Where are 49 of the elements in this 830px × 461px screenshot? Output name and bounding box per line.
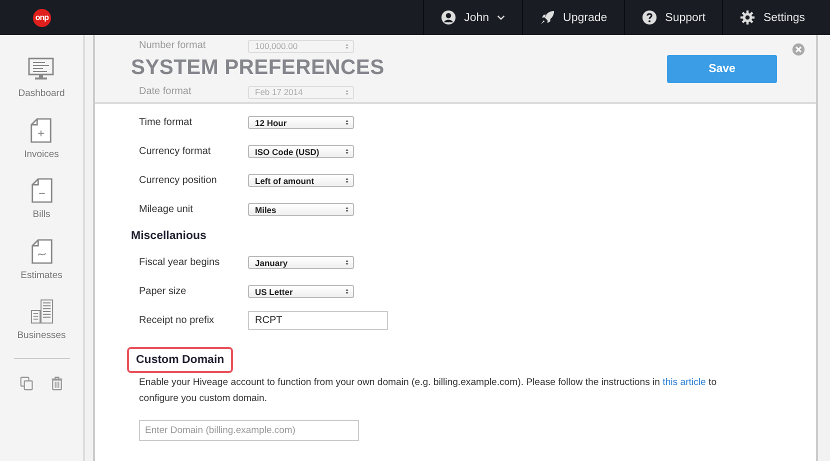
field-label: Currency format bbox=[139, 146, 212, 157]
sidebar-item[interactable]: Businesses bbox=[17, 299, 66, 360]
field-label: Receipt no prefix bbox=[139, 315, 216, 326]
document-minus-icon bbox=[28, 178, 54, 203]
field-label: Paper size bbox=[139, 286, 188, 297]
copy-icon[interactable] bbox=[20, 376, 34, 390]
updown-arrows-icon bbox=[345, 88, 349, 96]
dropdown[interactable]: ISO Code (USD) bbox=[248, 145, 354, 158]
document-plus-icon bbox=[28, 118, 54, 142]
sidebar-item[interactable]: Dashboard bbox=[18, 57, 65, 118]
buildings-icon bbox=[28, 299, 54, 324]
updown-arrows-icon bbox=[345, 206, 349, 213]
sidebar-item[interactable]: Estimates bbox=[20, 238, 62, 299]
monitor-icon bbox=[28, 57, 54, 82]
text-input[interactable]: RCPT bbox=[248, 311, 388, 330]
help-icon bbox=[642, 10, 658, 25]
updown-arrows-icon bbox=[345, 148, 349, 155]
updown-arrows-icon bbox=[345, 119, 349, 126]
settings-icon bbox=[740, 10, 756, 25]
sidebar-item[interactable]: Bills bbox=[28, 178, 54, 238]
dropdown[interactable]: 12 Hour bbox=[248, 116, 354, 129]
field-label: Currency position bbox=[139, 175, 218, 186]
updown-arrows-icon bbox=[345, 288, 349, 295]
section-heading: Custom Domain bbox=[127, 347, 234, 373]
trash-icon[interactable] bbox=[50, 376, 64, 390]
updown-arrows-icon bbox=[345, 259, 349, 266]
dropdown[interactable]: January bbox=[248, 256, 354, 269]
dropdown[interactable]: Left of amount bbox=[248, 174, 354, 187]
document-wave-icon bbox=[28, 238, 54, 264]
domain-input[interactable]: Enter Domain (billing.example.com) bbox=[139, 420, 359, 441]
close-icon[interactable] bbox=[792, 43, 805, 56]
field-label: Fiscal year begins bbox=[139, 257, 221, 268]
field-label: Number format bbox=[139, 40, 207, 52]
user-icon bbox=[441, 10, 456, 25]
updown-arrows-icon bbox=[345, 42, 349, 50]
dropdown[interactable]: Miles bbox=[248, 203, 354, 216]
field-label: Date format bbox=[139, 86, 192, 98]
rocket-icon bbox=[540, 10, 556, 25]
sidebar-item[interactable]: Invoices bbox=[24, 118, 59, 178]
description-text: Enable your Hiveage account to function from your own domain (e.g. billing.example.com). Please follow the instructions in this article to configure you custom domain. bbox=[139, 376, 718, 406]
dropdown[interactable]: US Letter bbox=[248, 285, 354, 298]
updown-arrows-icon bbox=[345, 177, 349, 184]
chevron-down-icon bbox=[497, 15, 506, 20]
logo[interactable]: onp bbox=[33, 8, 51, 26]
section-heading: Miscellanious bbox=[131, 230, 208, 244]
field-label: Time format bbox=[139, 117, 193, 128]
page-title: SYSTEM PREFERENCES bbox=[131, 56, 384, 80]
article-link[interactable]: this article bbox=[662, 377, 706, 388]
field-label: Mileage unit bbox=[139, 204, 194, 215]
